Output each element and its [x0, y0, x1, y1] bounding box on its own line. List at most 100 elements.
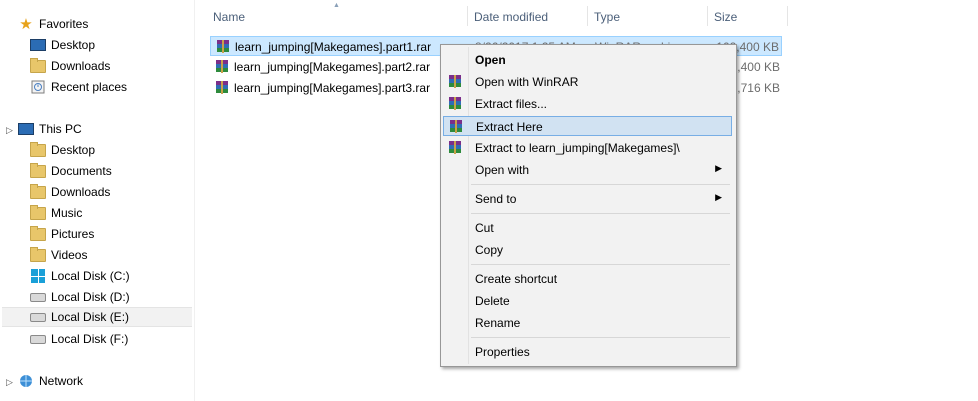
expand-network-chevron-icon[interactable]: ▷ — [6, 377, 13, 388]
nav-network-label: Network — [39, 374, 84, 388]
menu-item-label: Extract Here — [476, 120, 543, 134]
menu-item-cut[interactable]: Cut — [443, 218, 732, 238]
menu-item-label: Send to — [475, 192, 517, 206]
nav-thispc-label: This PC — [39, 122, 82, 136]
menu-separator — [471, 184, 730, 185]
folder-icon — [30, 246, 46, 263]
menu-item-properties[interactable]: Properties — [443, 342, 732, 362]
column-divider[interactable] — [787, 6, 788, 26]
menu-item-label: Copy — [475, 243, 504, 257]
column-header-size[interactable]: Size — [714, 10, 737, 24]
nav-network[interactable]: Network — [18, 371, 83, 391]
nav-pc-pictures[interactable]: Pictures — [30, 224, 94, 244]
context-menu: Open Open with WinRAR Extract files... E… — [440, 44, 737, 367]
winrar-icon — [448, 119, 464, 135]
downloads-folder-icon — [30, 57, 46, 74]
submenu-arrow-icon: ▶ — [715, 163, 722, 173]
menu-item-extract-to[interactable]: Extract to learn_jumping[Makegames]\ — [443, 138, 732, 158]
nav-fav-desktop[interactable]: Desktop — [30, 35, 95, 55]
column-divider[interactable] — [587, 6, 588, 26]
menu-separator — [471, 337, 730, 338]
nav-pc-music[interactable]: Music — [30, 203, 82, 223]
nav-label: Pictures — [51, 227, 95, 241]
nav-local-disk-d[interactable]: Local Disk (D:) — [30, 287, 130, 307]
folder-icon — [30, 162, 46, 179]
menu-item-label: Open with — [475, 163, 530, 177]
desktop-icon — [30, 37, 46, 53]
nav-label: Local Disk (D:) — [51, 290, 130, 304]
recent-places-icon — [30, 79, 46, 95]
windows-drive-icon — [30, 268, 46, 284]
menu-item-copy[interactable]: Copy — [443, 240, 732, 260]
expand-thispc-chevron-icon[interactable]: ▷ — [6, 125, 13, 136]
menu-item-open-with-winrar[interactable]: Open with WinRAR — [443, 72, 732, 92]
submenu-arrow-icon: ▶ — [715, 192, 722, 202]
winrar-archive-icon — [214, 80, 230, 96]
column-header-date-modified[interactable]: Date modified — [474, 10, 548, 24]
navigation-pane: ★ Favorites Desktop Downloads Recent pla… — [0, 0, 195, 401]
menu-separator — [471, 264, 730, 265]
nav-label: Local Disk (C:) — [51, 269, 130, 283]
star-icon: ★ — [19, 16, 33, 33]
menu-item-create-shortcut[interactable]: Create shortcut — [443, 269, 732, 289]
folder-icon — [30, 204, 46, 221]
menu-item-label: Properties — [475, 345, 530, 359]
menu-item-label: Extract files... — [475, 97, 548, 111]
file-size: 2,716 KB — [730, 81, 780, 95]
nav-pc-videos[interactable]: Videos — [30, 245, 87, 265]
column-header-name[interactable]: Name — [213, 10, 245, 24]
menu-item-label: Rename — [475, 316, 521, 330]
nav-label: Desktop — [51, 143, 96, 157]
menu-item-label: Cut — [475, 221, 494, 235]
file-name: learn_jumping[Makegames].part1.rar — [235, 40, 432, 54]
menu-item-label: Extract to learn_jumping[Makegames]\ — [475, 141, 680, 155]
nav-fav-recent-places[interactable]: Recent places — [30, 77, 127, 97]
winrar-archive-icon — [214, 59, 230, 75]
menu-item-label: Open — [475, 53, 506, 67]
menu-item-extract-here[interactable]: Extract Here — [443, 116, 732, 136]
computer-icon — [18, 121, 34, 137]
nav-local-disk-c[interactable]: Local Disk (C:) — [30, 266, 130, 286]
file-name: learn_jumping[Makegames].part3.rar — [234, 81, 431, 95]
nav-favorites-label: Favorites — [39, 17, 89, 31]
nav-label: Local Disk (F:) — [51, 332, 129, 346]
nav-label: Recent places — [51, 80, 128, 94]
menu-item-send-to[interactable]: Send to ▶ — [443, 189, 732, 209]
file-name: learn_jumping[Makegames].part2.rar — [234, 60, 431, 74]
network-icon — [18, 373, 34, 389]
menu-item-rename[interactable]: Rename — [443, 313, 732, 333]
nav-fav-downloads[interactable]: Downloads — [30, 56, 110, 76]
column-divider[interactable] — [467, 6, 468, 26]
folder-icon — [30, 225, 46, 242]
menu-item-open[interactable]: Open — [443, 50, 732, 70]
nav-favorites[interactable]: ★ Favorites — [18, 14, 88, 34]
nav-this-pc[interactable]: This PC — [18, 119, 82, 139]
menu-item-label: Create shortcut — [475, 272, 558, 286]
nav-pc-documents[interactable]: Documents — [30, 161, 112, 181]
winrar-icon — [447, 96, 463, 112]
menu-item-open-with[interactable]: Open with ▶ — [443, 160, 732, 180]
nav-label: Documents — [51, 164, 112, 178]
nav-label: Desktop — [51, 38, 96, 52]
file-size: 2,400 KB — [730, 60, 780, 74]
drive-icon — [30, 331, 46, 347]
menu-item-extract-files[interactable]: Extract files... — [443, 94, 732, 114]
column-divider[interactable] — [707, 6, 708, 26]
drive-icon — [30, 309, 46, 325]
folder-icon — [30, 141, 46, 158]
nav-label: Downloads — [51, 185, 111, 199]
nav-local-disk-f[interactable]: Local Disk (F:) — [30, 329, 128, 349]
nav-pc-downloads[interactable]: Downloads — [30, 182, 110, 202]
nav-label: Local Disk (E:) — [51, 310, 130, 324]
nav-label: Videos — [51, 248, 88, 262]
column-header-type[interactable]: Type — [594, 10, 620, 24]
folder-icon — [30, 183, 46, 200]
nav-local-disk-e[interactable]: Local Disk (E:) — [2, 307, 192, 327]
menu-separator — [471, 213, 730, 214]
sort-ascending-icon: ▲ — [333, 2, 340, 9]
menu-item-delete[interactable]: Delete — [443, 291, 732, 311]
nav-pc-desktop[interactable]: Desktop — [30, 140, 95, 160]
winrar-icon — [447, 140, 463, 156]
menu-item-label: Open with WinRAR — [475, 75, 579, 89]
menu-item-label: Delete — [475, 294, 510, 308]
